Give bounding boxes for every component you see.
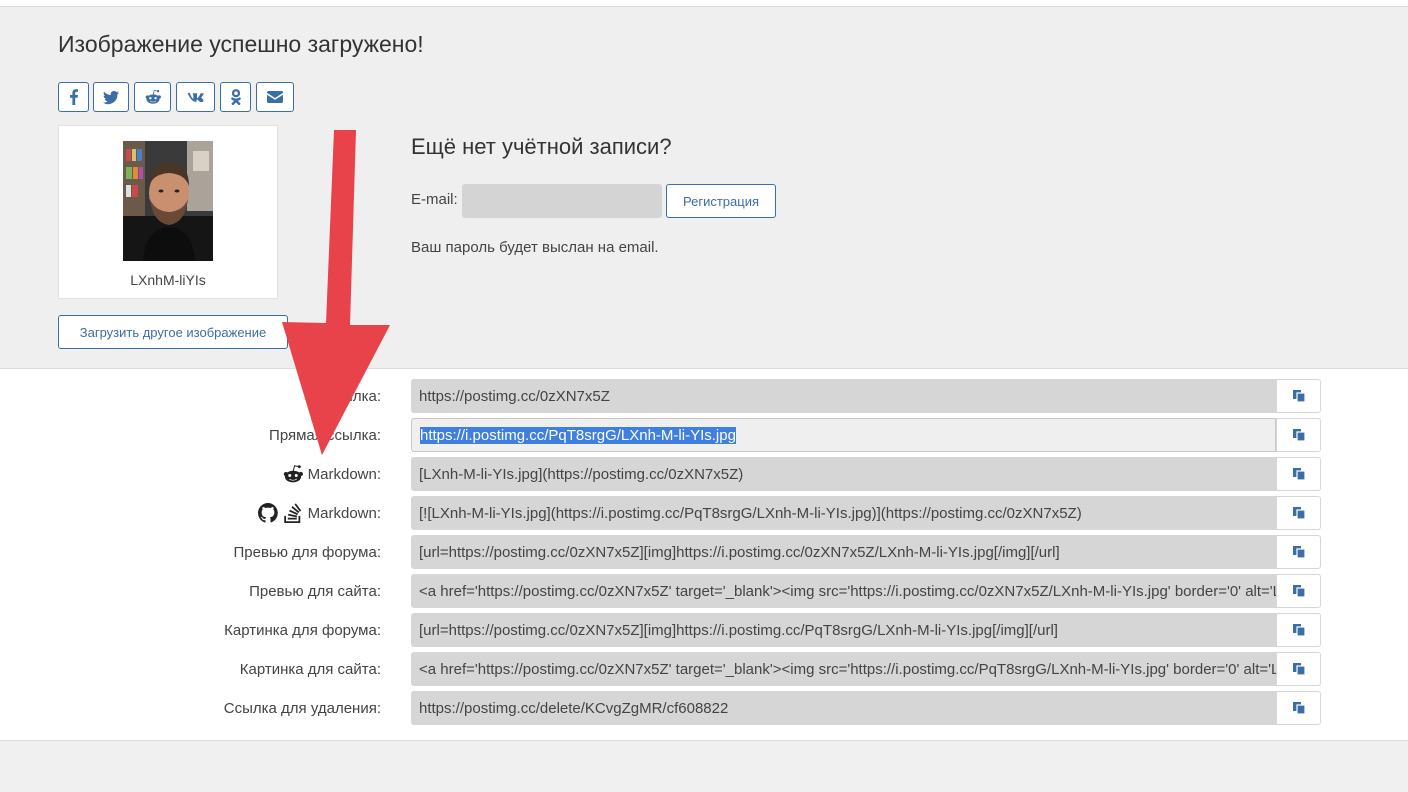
top-edge-line — [0, 0, 1408, 7]
reddit-icon — [145, 89, 161, 104]
copy-icon — [1292, 702, 1306, 715]
share-email-button[interactable] — [256, 82, 294, 112]
share-vk-button[interactable] — [176, 82, 215, 112]
stackoverflow-icon — [283, 503, 301, 523]
copy-button[interactable] — [1276, 535, 1321, 569]
link-label: Картинка для сайта: — [240, 652, 381, 686]
link-label: Прямая ссылка: — [269, 418, 381, 452]
link-field[interactable]: [url=https://postimg.cc/0zXN7x5Z][img]ht… — [411, 535, 1276, 569]
link-label-text: Markdown: — [307, 504, 381, 522]
share-twitter-button[interactable] — [93, 82, 129, 112]
link-label: Ссылка для удаления: — [224, 691, 381, 725]
registration-title: Ещё нет учётной записи? — [411, 134, 672, 159]
register-button[interactable]: Регистрация — [666, 184, 776, 218]
copy-button[interactable] — [1276, 574, 1321, 608]
link-label: Картинка для форума: — [224, 613, 381, 647]
link-label-text: Превью для сайта: — [249, 582, 381, 600]
link-label-text: Прямая ссылка: — [269, 426, 381, 444]
link-row: Ссылка для удаления: https://postimg.cc/… — [0, 691, 1408, 725]
link-field[interactable]: <a href='https://postimg.cc/0zXN7x5Z' ta… — [411, 574, 1276, 608]
copy-icon — [1292, 546, 1306, 559]
link-row: Превью для сайта: <a href='https://posti… — [0, 574, 1408, 608]
reddit-icon — [283, 465, 303, 483]
page-title: Изображение успешно загружено! — [58, 31, 424, 57]
facebook-icon — [69, 89, 78, 105]
link-field[interactable]: [url=https://postimg.cc/0zXN7x5Z][img]ht… — [411, 613, 1276, 647]
password-note: Ваш пароль будет выслан на email. — [411, 239, 659, 256]
link-label-text: Ссылка: — [323, 387, 381, 405]
link-row: Картинка для форума: [url=https://postim… — [0, 613, 1408, 647]
copy-icon — [1292, 663, 1306, 676]
image-thumbnail[interactable] — [123, 141, 213, 261]
link-field[interactable]: https://postimg.cc/delete/KCvgZgMR/cf608… — [411, 691, 1276, 725]
upload-result-panel: Изображение успешно загружено! LXnhM-liY… — [0, 7, 1408, 369]
odnoklassniki-icon — [230, 89, 241, 105]
copy-icon — [1292, 429, 1306, 442]
twitter-icon — [103, 90, 119, 105]
link-row: Прямая ссылка: https://i.postimg.cc/PqT8… — [0, 418, 1408, 452]
copy-icon — [1292, 468, 1306, 481]
link-label: Превью для форума: — [234, 535, 381, 569]
email-label: E-mail: — [411, 191, 458, 208]
github-icon — [257, 503, 278, 523]
copy-icon — [1292, 507, 1306, 520]
link-field[interactable]: [LXnh-M-li-YIs.jpg](https://postimg.cc/0… — [411, 457, 1276, 491]
link-field[interactable]: https://postimg.cc/0zXN7x5Z — [411, 379, 1276, 413]
link-field[interactable]: <a href='https://postimg.cc/0zXN7x5Z' ta… — [411, 652, 1276, 686]
image-name: LXnhM-liYIs — [130, 272, 206, 288]
share-reddit-button[interactable] — [134, 82, 171, 112]
link-label-text: Картинка для форума: — [224, 621, 381, 639]
copy-icon — [1292, 624, 1306, 637]
link-row: Ссылка: https://postimg.cc/0zXN7x5Z — [0, 379, 1408, 413]
link-label: Превью для сайта: — [249, 574, 381, 608]
email-input[interactable] — [462, 184, 662, 218]
copy-button[interactable] — [1276, 613, 1321, 647]
copy-button[interactable] — [1276, 418, 1321, 452]
copy-button[interactable] — [1276, 457, 1321, 491]
copy-button[interactable] — [1276, 379, 1321, 413]
image-thumbnail-card[interactable]: LXnhM-liYIs — [58, 125, 278, 299]
link-field[interactable]: [![LXnh-M-li-YIs.jpg](https://i.postimg.… — [411, 496, 1276, 530]
direct-link-field[interactable]: https://i.postimg.cc/PqT8srgG/LXnh-M-li-… — [411, 418, 1276, 452]
link-label-text: Ссылка для удаления: — [223, 699, 381, 717]
vk-icon — [187, 92, 204, 102]
copy-button[interactable] — [1276, 496, 1321, 530]
copy-icon — [1292, 390, 1306, 403]
link-row: Markdown: [LXnh-M-li-YIs.jpg](https://po… — [0, 457, 1408, 491]
selected-text: https://i.postimg.cc/PqT8srgG/LXnh-M-li-… — [420, 426, 736, 444]
share-facebook-button[interactable] — [58, 82, 89, 112]
share-odnoklassniki-button[interactable] — [220, 82, 251, 112]
link-label-text: Markdown: — [307, 465, 381, 483]
copy-button[interactable] — [1276, 691, 1321, 725]
links-panel: Ссылка: https://postimg.cc/0zXN7x5Z Прям… — [0, 369, 1408, 741]
link-label: Markdown: — [283, 457, 381, 491]
link-row: Markdown: [![LXnh-M-li-YIs.jpg](https://… — [0, 496, 1408, 530]
link-row: Превью для форума: [url=https://postimg.… — [0, 535, 1408, 569]
upload-another-button[interactable]: Загрузить другое изображение — [58, 315, 288, 349]
link-label: Markdown: — [257, 496, 381, 530]
link-label-text: Превью для форума: — [233, 543, 381, 561]
copy-button[interactable] — [1276, 652, 1321, 686]
link-row: Картинка для сайта: <a href='https://pos… — [0, 652, 1408, 686]
envelope-icon — [267, 91, 283, 103]
portrait-photo — [123, 141, 213, 261]
link-label-text: Картинка для сайта: — [239, 660, 381, 678]
link-label: Ссылка: — [324, 379, 381, 413]
copy-icon — [1292, 585, 1306, 598]
